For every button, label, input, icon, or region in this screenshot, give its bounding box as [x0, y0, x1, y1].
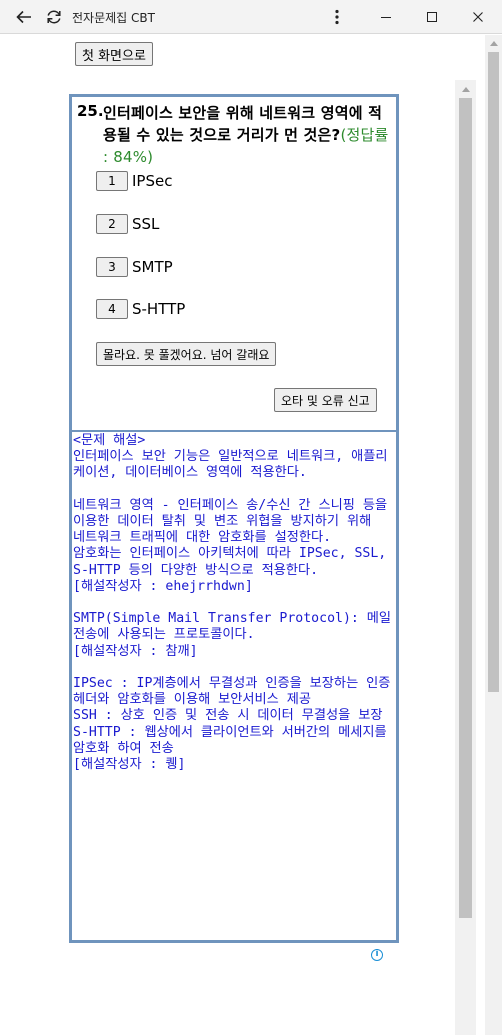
close-button[interactable] [458, 0, 498, 34]
report-error-button[interactable]: 오타 및 오류 신고 [274, 388, 377, 412]
choice-3-button[interactable]: 3 [96, 257, 128, 277]
question-section: 25. 인터페이스 보안을 위해 네트워크 영역에 적용될 수 있는 것으로 거… [72, 97, 396, 431]
explanation-line: S-HTTP : 웹상에서 클라이언트와 서버간의 메세지를 암호화 하여 전송 [73, 724, 395, 756]
caret-up-icon [489, 40, 498, 46]
choice-3: 3 SMTP [96, 257, 173, 277]
explanation-line: [해설작성자 : 참깨] [73, 643, 198, 659]
outer-scroll-up-arrow[interactable] [485, 35, 502, 51]
minimize-button[interactable] [366, 0, 406, 34]
explanation-line: IPSec : IP계층에서 무결성과 인증을 보장하는 인증헤더와 암호화를 … [73, 676, 391, 708]
section-divider [72, 430, 396, 432]
choice-2: 2 SSL [96, 214, 159, 234]
reload-button[interactable] [40, 0, 68, 34]
more-menu-button[interactable] [324, 0, 350, 34]
choice-2-button[interactable]: 2 [96, 214, 128, 234]
explanation-line: SMTP(Simple Mail Transfer Protocol): 메일 … [73, 611, 399, 643]
explanation-line: 암호화는 인터페이스 아키텍처에 따라 IPSec, SSL, S-HTTP 등… [73, 546, 395, 578]
window-title: 전자문제집 CBT [72, 11, 155, 25]
choice-3-text: SMTP [132, 258, 173, 276]
outer-scroll-thumb[interactable] [488, 52, 499, 692]
choice-2-text: SSL [132, 215, 160, 233]
scroll-up-arrow[interactable] [455, 80, 476, 98]
question-card: 25. 인터페이스 보안을 위해 네트워크 영역에 적용될 수 있는 것으로 거… [69, 94, 399, 943]
explanation-line: 네트워크 트래픽에 대한 암호화를 설정한다. [73, 530, 332, 546]
explanation-line: [해설작성자 : ehejrrhdwn] [73, 578, 253, 594]
info-icon[interactable]: i [371, 949, 383, 961]
back-arrow-icon [16, 10, 31, 24]
choice-1: 1 IPSec [96, 171, 172, 191]
minimize-icon [381, 17, 391, 18]
question-number: 25. [77, 102, 104, 120]
explanation-text: <문제 해설> 인터페이스 보안 기능은 일반적으로 네트워크, 애플리케이션, … [72, 433, 396, 773]
caret-up-icon [461, 86, 470, 92]
choice-4-button[interactable]: 4 [96, 299, 128, 319]
maximize-button[interactable] [412, 0, 452, 34]
title-bar: 전자문제집 CBT [0, 0, 502, 34]
outer-scrollbar[interactable] [485, 35, 502, 1035]
maximize-icon [427, 12, 437, 22]
explanation-line: <문제 해설> [73, 433, 146, 448]
explanation-line: [해설작성자 : 퀭] [73, 757, 186, 773]
inner-scroll-thumb[interactable] [459, 98, 472, 918]
explanation-line [73, 660, 396, 676]
home-button[interactable]: 첫 화면으로 [75, 42, 153, 66]
back-button[interactable] [10, 0, 38, 34]
choice-4: 4 S-HTTP [96, 299, 185, 319]
explanation-line: 인터페이스 보안 기능은 일반적으로 네트워크, 애플리케이션, 데이터베이스 … [73, 449, 388, 481]
skip-question-button[interactable]: 몰라요. 못 풀겠어요. 넘어 갈래요 [96, 342, 277, 366]
inner-scrollbar[interactable] [455, 80, 476, 1035]
reload-icon [47, 10, 61, 24]
explanation-line [73, 595, 396, 611]
choice-1-text: IPSec [132, 172, 173, 190]
question-text: 인터페이스 보안을 위해 네트워크 영역에 적용될 수 있는 것으로 거리가 먼… [103, 102, 393, 168]
choice-4-text: S-HTTP [132, 300, 186, 318]
explanation-line: 네트워크 영역 - 인터페이스 송/수신 간 스니핑 등을 이용한 데이터 탈취… [73, 497, 396, 530]
close-icon [473, 12, 483, 22]
explanation-line [73, 482, 396, 498]
choice-1-button[interactable]: 1 [96, 171, 128, 191]
explanation-line: SSH : 상호 인증 및 전송 시 데이터 무결성을 보장 [73, 708, 383, 724]
more-vert-icon [335, 9, 339, 25]
